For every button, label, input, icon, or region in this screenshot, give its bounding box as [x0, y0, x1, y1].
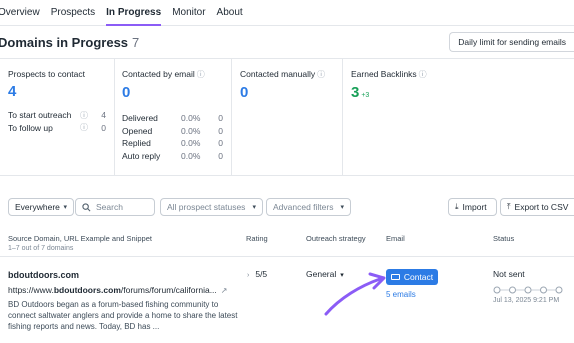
sub-row: To start outreach ⓘ 4 — [8, 110, 106, 121]
row-url[interactable]: https://www.bdoutdoors.com/forums/forum/… — [8, 285, 227, 295]
stat-value[interactable]: 0 — [122, 84, 223, 101]
table-row: bdoutdoors.com https://www.bdoutdoors.co… — [0, 256, 574, 343]
stat-label: Earned Backlinks — [351, 69, 417, 79]
chevron-down-icon: ▾ — [63, 204, 67, 211]
info-icon: ⓘ — [80, 123, 88, 133]
daily-limit-button[interactable]: Daily limit for sending emails — [449, 32, 574, 52]
col-domain[interactable]: Source Domain, URL Example and Snippet — [8, 234, 152, 243]
external-link-icon[interactable]: ↗ — [221, 286, 228, 295]
row-domain[interactable]: bdoutdoors.com — [8, 270, 79, 280]
page-header: Domains in Progress 7 Daily limit for se… — [0, 26, 574, 58]
tab-monitor[interactable]: Monitor — [172, 0, 205, 26]
advanced-filters-select[interactable]: Advanced filters ▾ — [266, 198, 351, 216]
info-icon: ⓘ — [418, 70, 427, 79]
import-button[interactable]: ⤓ Import — [448, 198, 497, 216]
stat-prospects: Prospects to contact 4 To start outreach… — [0, 59, 115, 175]
sub-row: Delivered 0.0% 0 — [122, 113, 223, 124]
sub-row: To follow up ⓘ 0 — [8, 122, 106, 133]
filter-bar: Everywhere ▾ Search All prospect statuses… — [0, 198, 574, 220]
tab-in-progress[interactable]: In Progress — [106, 0, 162, 26]
col-status[interactable]: Status — [493, 234, 514, 243]
download-icon: ⤓ — [455, 202, 459, 211]
sub-row: Auto reply 0.0% 0 — [122, 150, 223, 161]
status-timestamp: Jul 13, 2025 9:21 PM — [493, 297, 560, 304]
row-rating[interactable]: › 5/5 — [247, 269, 267, 279]
stat-label: Prospects to contact — [8, 69, 86, 79]
upload-icon: ⤒ — [507, 202, 511, 211]
stat-contacted-manually: Contacted manually ⓘ 0 — [232, 59, 343, 175]
search-input[interactable]: Search — [75, 198, 155, 216]
chevron-right-icon[interactable]: › — [247, 272, 249, 279]
stat-earned-backlinks: Earned Backlinks ⓘ 3 +3 — [343, 59, 574, 175]
table-header: Source Domain, URL Example and Snippet R… — [0, 232, 574, 254]
tab-prospects[interactable]: Prospects — [51, 0, 95, 26]
sub-row: Opened 0.0% 0 — [122, 125, 223, 136]
stat-label: Contacted by email — [122, 69, 195, 79]
stat-contacted-email: Contacted by email ⓘ 0 Delivered 0.0% 0 Ope… — [115, 59, 232, 175]
col-email[interactable]: Email — [386, 234, 405, 243]
scope-select[interactable]: Everywhere ▾ — [8, 198, 74, 216]
search-icon — [82, 202, 91, 211]
stat-value[interactable]: 0 — [240, 84, 334, 101]
stat-value[interactable]: 4 — [8, 83, 106, 100]
sub-row: Replied 0.0% 0 — [122, 138, 223, 149]
top-nav: Overview Prospects In Progress Monitor A… — [0, 0, 574, 26]
info-icon: ⓘ — [196, 70, 205, 79]
status-select[interactable]: All prospect statuses ▾ — [160, 198, 263, 216]
stat-label: Contacted manually — [240, 69, 316, 79]
tab-about[interactable]: About — [217, 0, 243, 26]
page-title: Domains in Progress — [0, 34, 129, 50]
tab-overview[interactable]: Overview — [0, 0, 40, 26]
info-icon: ⓘ — [80, 110, 88, 120]
page-title-count: 7 — [132, 34, 140, 50]
chevron-down-icon: ▾ — [340, 204, 344, 211]
stats-panel: Prospects to contact 4 To start outreach… — [0, 58, 574, 176]
row-snippet: BD Outdoors began as a forum-based fishi… — [8, 300, 238, 331]
col-rating[interactable]: Rating — [246, 234, 268, 243]
stat-value[interactable]: 3 +3 — [351, 84, 566, 101]
info-icon: ⓘ — [317, 70, 326, 79]
col-strategy[interactable]: Outreach strategy — [306, 234, 366, 243]
export-csv-button[interactable]: ⤒ Export to CSV — [500, 198, 574, 216]
status-text: Not sent — [493, 269, 525, 279]
range-text: 1–7 out of 7 domains — [8, 245, 74, 252]
status-progress — [493, 286, 563, 294]
stat-delta: +3 — [361, 92, 370, 99]
chevron-down-icon: ▾ — [252, 204, 256, 211]
annotation-arrow — [324, 272, 386, 316]
